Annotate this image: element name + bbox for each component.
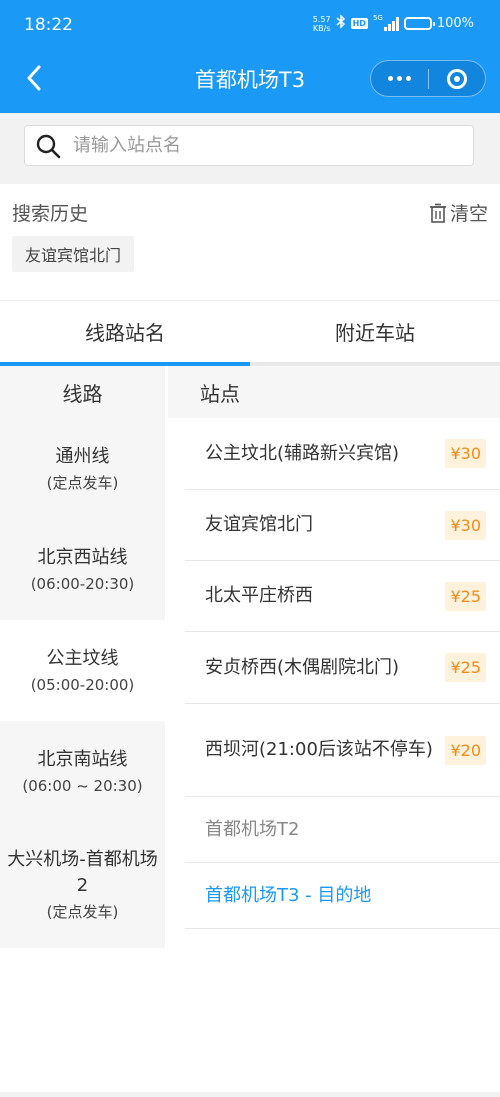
tab-route-stations[interactable]: 线路站名 [0,301,250,366]
signal-icon [383,16,399,31]
tab-bar: 线路站名 附近车站 [0,301,500,366]
station-name: 友谊宾馆北门 [205,514,313,535]
battery-icon [403,17,435,30]
station-name: 首都机场T3 - 目的地 [205,884,372,906]
price-badge: ¥30 [445,510,486,540]
station-row[interactable]: 友谊宾馆北门 ¥30 [185,490,500,561]
more-button[interactable] [371,61,428,96]
status-time: 18:22 [24,15,73,35]
station-row[interactable]: 北太平庄桥西 ¥25 [185,561,500,632]
route-item[interactable]: 北京南站线 (06:00 ~ 20:30) [0,721,165,822]
station-list: 公主坟北(辅路新兴宾馆) ¥30 友谊宾馆北门 ¥30 北太平庄桥西 ¥25 安… [185,418,500,929]
price-badge: ¥25 [445,653,486,682]
price-badge: ¥20 [445,735,486,765]
clear-history-button[interactable]: 清空 [429,199,488,226]
search-box[interactable] [24,125,474,166]
route-item[interactable]: 通州线 (定点发车) [0,418,165,519]
stations-column-header: 站点 [168,366,500,418]
close-mini-program-button[interactable] [429,61,486,96]
station-row-destination[interactable]: 首都机场T3 - 目的地 [185,863,500,929]
clear-label: 清空 [449,203,488,225]
search-area [0,113,500,184]
mini-program-capsule [370,60,486,97]
net-speed: 5.57 KB/s [312,14,331,33]
station-row[interactable]: 首都机场T2 [185,797,500,863]
chevron-left-icon [27,65,41,91]
station-name: 安贞桥西(木偶剧院北门) [205,656,400,678]
bluetooth-icon [336,14,346,33]
trash-icon [429,203,447,223]
price-badge: ¥30 [445,439,486,468]
route-item[interactable]: 北京西站线 (06:00-20:30) [0,519,165,620]
search-history: 搜索历史 清空 友谊宾馆北门 [0,184,500,301]
network-type: 5G [372,14,383,22]
station-name: 西坝河(21:00后该站不停车) [205,739,433,760]
price-badge: ¥25 [445,581,486,611]
hd-icon: HD [350,18,368,29]
station-name: 北太平庄桥西 [205,585,313,606]
back-button[interactable] [16,60,52,96]
history-tag[interactable]: 友谊宾馆北门 [12,236,135,272]
station-name: 首都机场T2 [205,818,300,840]
station-row[interactable]: 西坝河(21:00后该站不停车) ¥20 [185,704,500,797]
route-list: 通州线 (定点发车) 北京西站线 (06:00-20:30) 公主坟线 (05:… [0,418,165,948]
routes-column-header: 线路 [0,366,165,418]
route-item-selected[interactable]: 公主坟线 (05:00-20:00) [0,620,165,721]
status-icons: 5.57 KB/s HD 5G 100% [313,14,474,33]
bottom-divider [0,1092,500,1097]
battery-level: 100% [436,16,474,31]
station-row[interactable]: 安贞桥西(木偶剧院北门) ¥25 [185,632,500,704]
more-dots-icon [387,76,411,81]
station-name: 公主坟北(辅路新兴宾馆) [205,442,400,464]
search-icon [33,131,63,161]
route-item[interactable]: 大兴机场-首都机场2 (定点发车) [0,822,165,948]
history-label: 搜索历史 [12,203,89,225]
search-input[interactable] [73,135,473,156]
app-header: 18:22 5.57 KB/s HD 5G 100% 首都机场T3 [0,0,500,113]
tab-nearby-stations[interactable]: 附近车站 [250,301,500,362]
station-row[interactable]: 公主坟北(辅路新兴宾馆) ¥30 [185,418,500,490]
target-circle-icon [446,68,467,89]
status-bar: 18:22 5.57 KB/s HD 5G 100% [0,0,500,52]
